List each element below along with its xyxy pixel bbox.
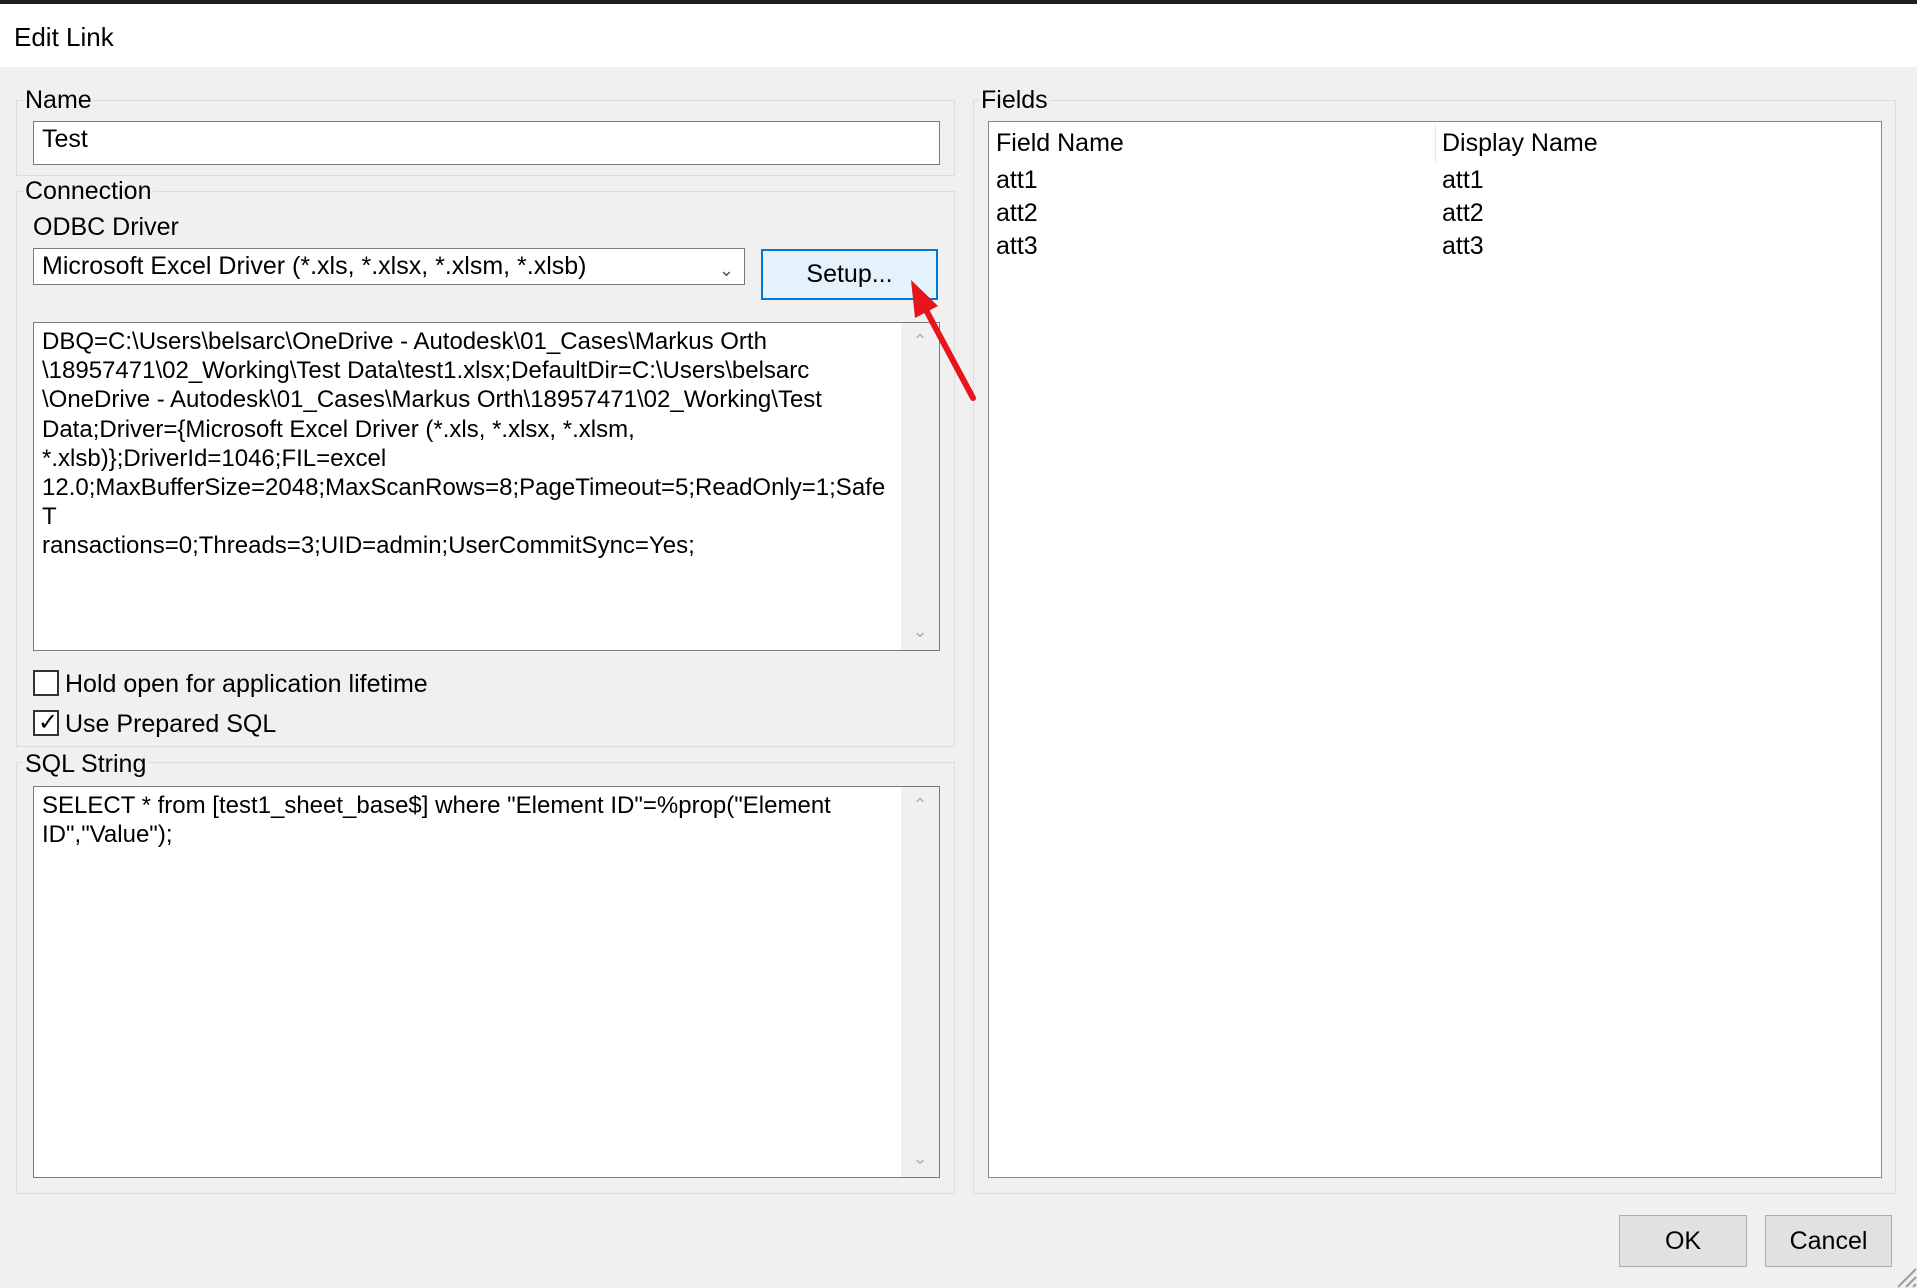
odbc-driver-label: ODBC Driver <box>33 213 179 241</box>
name-group-legend: Name <box>23 85 94 115</box>
sql-string-group-legend: SQL String <box>23 749 149 779</box>
sql-string-scrollbar[interactable]: ⌃ ⌄ <box>901 787 939 1177</box>
chevron-down-icon: ⌄ <box>718 260 734 280</box>
name-input[interactable]: Test <box>33 121 940 165</box>
hold-open-checkbox[interactable] <box>33 670 59 696</box>
ok-button-label: OK <box>1664 1226 1702 1255</box>
table-row[interactable]: att2 att2 <box>989 197 1881 230</box>
title-bar: Edit Link <box>0 0 1917 67</box>
cancel-button[interactable]: Cancel <box>1765 1215 1892 1267</box>
scroll-down-icon[interactable]: ⌄ <box>901 621 939 642</box>
resize-grip-icon[interactable] <box>1889 1260 1917 1288</box>
display-name-cell: att3 <box>1442 232 1484 260</box>
fields-list[interactable]: Field Name Display Name att1 att1 att2 a… <box>988 121 1882 1178</box>
table-row[interactable]: att3 att3 <box>989 230 1881 263</box>
connection-group-legend: Connection <box>23 176 154 206</box>
setup-button-label: Setup... <box>806 260 893 288</box>
display-name-cell: att2 <box>1442 199 1484 227</box>
table-row[interactable]: att1 att1 <box>989 164 1881 197</box>
scroll-up-icon[interactable]: ⌃ <box>901 331 939 352</box>
window-title: Edit Link <box>14 22 114 52</box>
fields-list-header: Field Name Display Name <box>989 122 1881 164</box>
field-name-cell: att3 <box>996 232 1038 260</box>
cancel-button-label: Cancel <box>1789 1226 1868 1255</box>
hold-open-label[interactable]: Hold open for application lifetime <box>65 669 428 699</box>
column-header-display-name[interactable]: Display Name <box>1435 122 1880 164</box>
display-name-cell: att1 <box>1442 166 1484 194</box>
use-prepared-sql-checkbox[interactable]: ✓ <box>33 709 59 736</box>
setup-button[interactable]: Setup... <box>761 249 938 300</box>
connection-string-scrollbar[interactable]: ⌃ ⌄ <box>901 323 939 650</box>
connection-string-text: DBQ=C:\Users\belsarc\OneDrive - Autodesk… <box>42 328 886 560</box>
field-name-cell: att1 <box>996 166 1038 194</box>
scroll-up-icon[interactable]: ⌃ <box>901 795 939 816</box>
field-name-cell: att2 <box>996 199 1038 227</box>
odbc-driver-select[interactable]: Microsoft Excel Driver (*.xls, *.xlsx, *… <box>33 248 745 285</box>
fields-group-legend: Fields <box>979 85 1050 115</box>
sql-string-textarea[interactable]: SELECT * from [test1_sheet_base$] where … <box>33 786 940 1178</box>
connection-string-textarea[interactable]: DBQ=C:\Users\belsarc\OneDrive - Autodesk… <box>33 322 940 651</box>
scroll-down-icon[interactable]: ⌄ <box>901 1148 939 1169</box>
ok-button[interactable]: OK <box>1619 1215 1747 1267</box>
odbc-driver-selected-value: Microsoft Excel Driver (*.xls, *.xlsx, *… <box>42 252 587 280</box>
sql-string-text: SELECT * from [test1_sheet_base$] where … <box>42 792 831 849</box>
checkmark-icon: ✓ <box>38 709 59 736</box>
use-prepared-sql-label[interactable]: Use Prepared SQL <box>65 709 276 739</box>
column-header-field-name[interactable]: Field Name <box>989 122 1435 164</box>
